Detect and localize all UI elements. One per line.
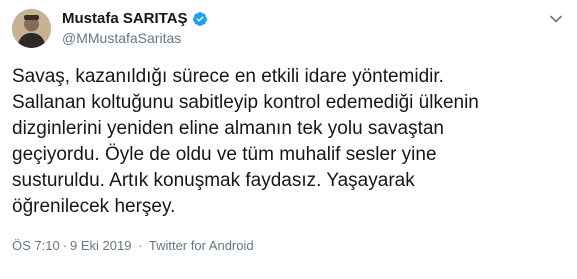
author-name-row: Mustafa SARITAŞ xyxy=(62,10,208,28)
tweet-date: 9 Eki 2019 xyxy=(70,238,132,253)
display-name[interactable]: Mustafa SARITAŞ xyxy=(62,10,188,28)
tweet-source-link[interactable]: Twitter for Android xyxy=(149,238,254,253)
tweet-metadata: ÖS 7:10 · 9 Eki 2019 · Twitter for Android xyxy=(12,238,254,254)
tweet-text-line: dizginlerini yeniden eline almanın tek y… xyxy=(12,118,444,139)
separator: · xyxy=(62,238,68,253)
separator: · xyxy=(138,238,143,253)
tweet-text-line: öğrenilecek herşey. xyxy=(12,196,176,217)
tweet-text-line: Sallanan koltuğunu sabitleyip kontrol ed… xyxy=(12,92,479,113)
chevron-down-icon[interactable] xyxy=(549,12,563,26)
user-handle[interactable]: @MMustafaSaritas xyxy=(62,30,181,47)
tweet-text: Savaş, kazanıldığı sürece en etkili idar… xyxy=(12,64,567,220)
avatar[interactable] xyxy=(12,9,51,48)
tweet-text-line: geçiyordu. Öyle de oldu ve tüm muhalif s… xyxy=(12,144,437,165)
tweet-card: Mustafa SARITAŞ @MMustafaSaritas Savaş, … xyxy=(0,0,577,279)
verified-badge-icon xyxy=(192,11,208,27)
tweet-text-line: susturuldu. Artık konuşmak faydasız. Yaş… xyxy=(12,170,415,191)
tweet-text-line: Savaş, kazanıldığı sürece en etkili idar… xyxy=(12,66,444,87)
tweet-timestamp[interactable]: ÖS 7:10 · 9 Eki 2019 xyxy=(12,238,135,253)
tweet-time: ÖS 7:10 xyxy=(12,238,60,253)
